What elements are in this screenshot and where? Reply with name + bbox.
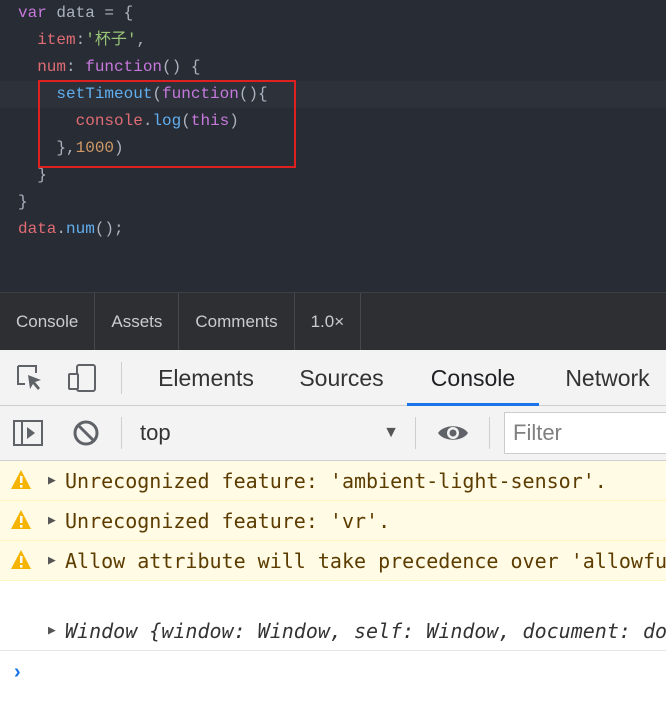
dropdown-arrow-icon: ▼ bbox=[383, 424, 399, 441]
code-token: data bbox=[18, 220, 57, 238]
assets-tab-button[interactable]: Assets bbox=[95, 293, 180, 350]
code-token: setTimeout bbox=[56, 85, 153, 103]
code-token: function bbox=[85, 58, 163, 76]
code-token: console bbox=[75, 112, 143, 130]
code-editor[interactable]: var data = { item:'杯子', num: function() … bbox=[0, 0, 666, 292]
code-line: data.num(); bbox=[0, 216, 666, 243]
message-text: Window {window: Window, self: Window, do… bbox=[65, 619, 666, 643]
expand-triangle-icon[interactable]: ▶ bbox=[48, 611, 56, 650]
show-sidebar-icon[interactable] bbox=[12, 417, 44, 449]
toolbar-divider bbox=[121, 362, 122, 394]
console-tab-button[interactable]: Console bbox=[0, 293, 96, 350]
code-line: } bbox=[0, 189, 666, 216]
console-warning-message[interactable]: ▶ Allow attribute will take precedence o… bbox=[0, 541, 666, 581]
code-token: ) bbox=[229, 112, 239, 130]
code-line: console.log(this) bbox=[0, 108, 666, 135]
devtools-tab-bar: Elements Sources Console Network bbox=[0, 350, 666, 406]
message-text: Unrecognized feature: 'vr'. bbox=[65, 509, 391, 533]
live-expression-eye-icon[interactable] bbox=[436, 417, 468, 449]
code-line: var data = { bbox=[0, 0, 666, 27]
code-token: } bbox=[18, 193, 28, 211]
device-toolbar-icon[interactable] bbox=[66, 362, 98, 394]
console-warning-message[interactable]: ▶ Unrecognized feature: 'ambient-light-s… bbox=[0, 461, 666, 501]
code-token: var bbox=[18, 4, 47, 22]
code-token: item bbox=[37, 31, 76, 49]
expand-triangle-icon[interactable]: ▶ bbox=[48, 461, 56, 500]
warning-icon bbox=[10, 509, 32, 531]
code-token: (){ bbox=[238, 85, 268, 103]
tab-elements[interactable]: Elements bbox=[140, 350, 272, 406]
code-token: : bbox=[66, 58, 86, 76]
prompt-chevron-icon: › bbox=[14, 661, 21, 683]
execution-context-select[interactable]: top ▼ bbox=[130, 414, 405, 452]
code-token: this bbox=[190, 112, 230, 130]
code-token: ) bbox=[114, 139, 124, 157]
console-log-message[interactable]: ▶ Window {window: Window, self: Window, … bbox=[0, 611, 666, 651]
warning-icon bbox=[10, 469, 32, 491]
code-token: , bbox=[136, 31, 147, 49]
message-text: Allow attribute will take precedence ove… bbox=[65, 549, 666, 573]
clear-console-icon[interactable] bbox=[70, 417, 102, 449]
console-prompt[interactable]: › bbox=[0, 651, 666, 691]
toolbar-divider bbox=[121, 417, 122, 449]
message-text: Unrecognized feature: 'ambient-light-sen… bbox=[65, 469, 607, 493]
console-toolbar: top ▼ bbox=[0, 406, 666, 461]
code-token: ( bbox=[181, 112, 191, 130]
toolbar-divider bbox=[415, 417, 416, 449]
tab-network[interactable]: Network bbox=[545, 350, 666, 406]
code-token: num bbox=[37, 58, 67, 76]
code-token: 1000 bbox=[75, 139, 115, 157]
inspect-element-icon[interactable] bbox=[14, 362, 46, 394]
comments-tab-button[interactable]: Comments bbox=[179, 293, 295, 350]
toolbar-divider bbox=[489, 417, 490, 449]
code-token: data = { bbox=[46, 4, 134, 22]
code-token: : bbox=[75, 31, 86, 49]
code-token: log bbox=[152, 112, 182, 130]
code-line: num: function() { bbox=[0, 54, 666, 81]
code-line: },1000) bbox=[0, 135, 666, 162]
code-token: }, bbox=[18, 139, 76, 157]
playback-speed-button[interactable]: 1.0× bbox=[295, 293, 362, 350]
player-toolbar: Console Assets Comments 1.0× bbox=[0, 292, 666, 350]
expand-triangle-icon[interactable]: ▶ bbox=[48, 541, 56, 580]
code-token: } bbox=[18, 166, 47, 184]
warning-icon bbox=[10, 549, 32, 571]
context-value: top bbox=[140, 420, 171, 445]
filter-input[interactable] bbox=[504, 412, 666, 454]
code-token: ( bbox=[152, 85, 163, 103]
tab-console[interactable]: Console bbox=[407, 350, 539, 406]
code-token: (); bbox=[94, 220, 124, 238]
console-warning-message[interactable]: ▶ Unrecognized feature: 'vr'. bbox=[0, 501, 666, 541]
code-token: function bbox=[162, 85, 239, 103]
code-token: () { bbox=[162, 58, 201, 76]
code-line: item:'杯子', bbox=[0, 27, 666, 54]
code-token: . bbox=[142, 112, 153, 130]
code-token: '杯子' bbox=[85, 31, 137, 49]
expand-triangle-icon[interactable]: ▶ bbox=[48, 501, 56, 540]
console-messages: ▶ Unrecognized feature: 'ambient-light-s… bbox=[0, 461, 666, 709]
code-line: setTimeout(function(){ bbox=[0, 81, 666, 108]
tab-sources[interactable]: Sources bbox=[278, 350, 405, 406]
code-line: } bbox=[0, 162, 666, 189]
code-token: . bbox=[56, 220, 67, 238]
code-token: num bbox=[66, 220, 95, 238]
